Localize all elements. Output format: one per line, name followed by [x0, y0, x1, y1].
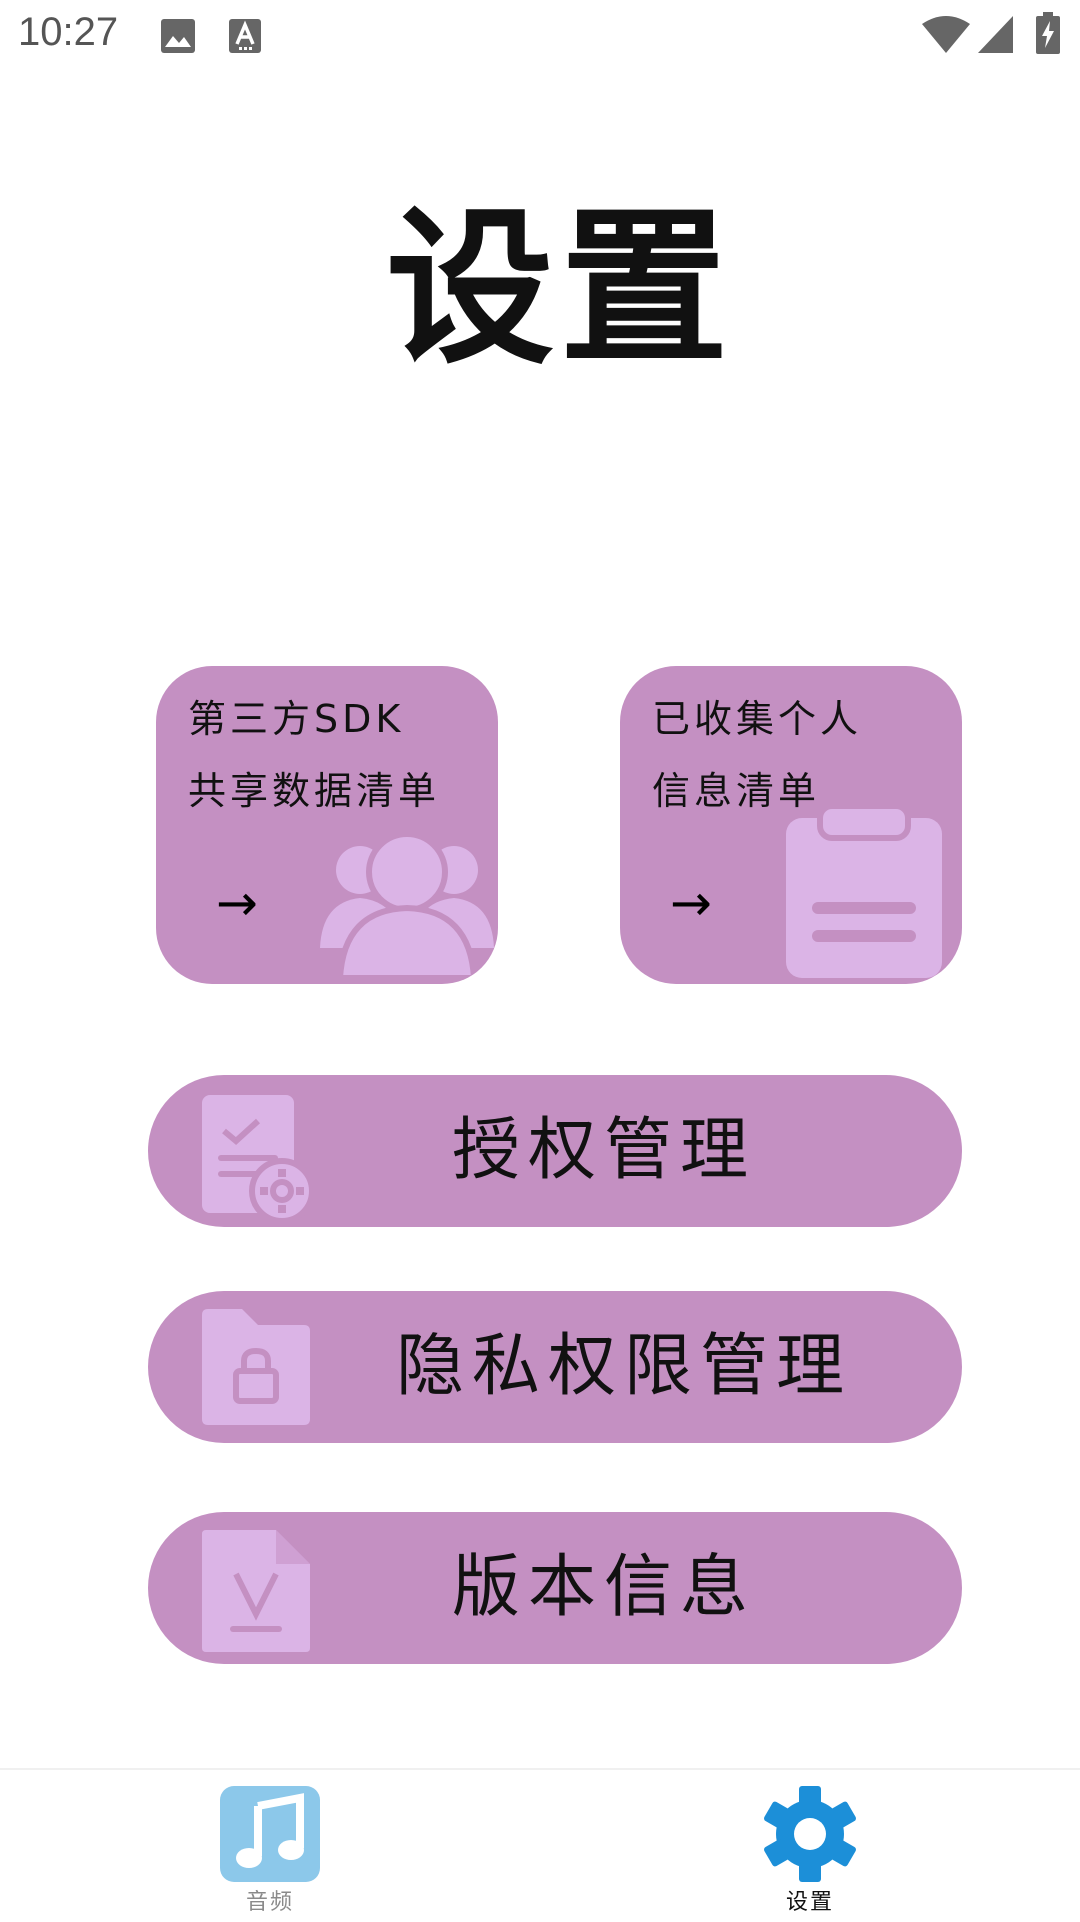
- gear-icon: [760, 1786, 860, 1882]
- version-info-button[interactable]: 版本信息: [148, 1512, 962, 1664]
- version-info-label: 版本信息: [452, 1548, 757, 1627]
- status-time: 10:27: [18, 10, 119, 54]
- nav-tab-settings[interactable]: 设置: [710, 1770, 910, 1922]
- text-input-icon: [228, 18, 262, 58]
- version-file-icon: [202, 1530, 312, 1656]
- privacy-permission-management-button[interactable]: 隐私权限管理: [148, 1291, 962, 1443]
- people-icon: [318, 818, 496, 984]
- document-settings-icon: [202, 1095, 315, 1225]
- image-icon: [160, 18, 196, 58]
- bottom-navigation: 音频 设置: [0, 1768, 1080, 1922]
- third-party-sdk-card[interactable]: 第三方SDK 共享数据清单 →: [156, 666, 498, 984]
- arrow-right-icon: →: [670, 874, 712, 932]
- authorization-management-label: 授权管理: [452, 1111, 757, 1190]
- cell-signal-icon: [978, 16, 1014, 58]
- battery-charging-icon: [1036, 12, 1060, 58]
- privacy-permission-management-label: 隐私权限管理: [396, 1327, 853, 1406]
- personal-info-card[interactable]: 已收集个人 信息清单 →: [620, 666, 962, 984]
- lock-folder-icon: [202, 1309, 310, 1429]
- personal-card-line-1: 已收集个人: [652, 697, 863, 741]
- page-title: 设置: [386, 191, 734, 387]
- sdk-card-line-2: 共享数据清单: [188, 769, 441, 813]
- clipboard-icon: [784, 802, 944, 984]
- wifi-icon: [922, 16, 970, 58]
- nav-tab-audio[interactable]: 音频: [170, 1770, 370, 1922]
- nav-tab-settings-label: 设置: [785, 1890, 834, 1915]
- authorization-management-button[interactable]: 授权管理: [148, 1075, 962, 1227]
- status-bar: 10:27: [0, 0, 1080, 72]
- music-note-icon: [220, 1786, 320, 1882]
- sdk-card-line-1: 第三方SDK: [188, 697, 405, 741]
- nav-tab-audio-label: 音频: [245, 1890, 294, 1915]
- arrow-right-icon: →: [216, 874, 258, 932]
